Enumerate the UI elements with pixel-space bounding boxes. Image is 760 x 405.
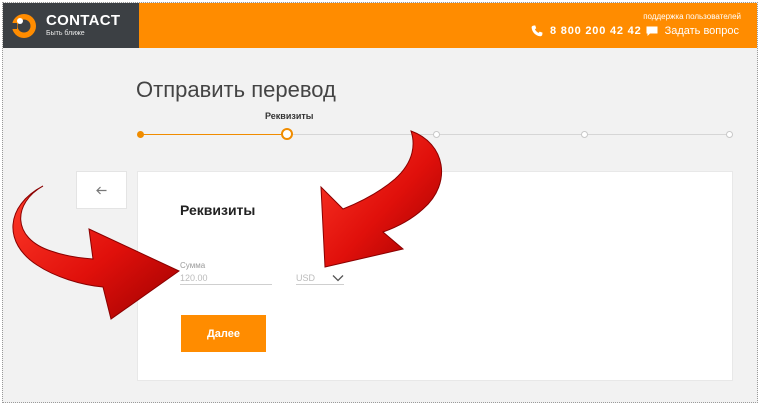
brand-tagline: Быть ближе	[46, 29, 85, 37]
currency-value: USD	[296, 273, 316, 283]
progress-stepper	[137, 128, 737, 141]
currency-select[interactable]: USD	[296, 272, 344, 285]
current-step-label: Реквизиты	[265, 111, 314, 121]
step-dot-4	[581, 131, 588, 138]
step-dot-5	[726, 131, 733, 138]
arrow-left-icon	[96, 186, 107, 194]
phone-link[interactable]: 8 800 200 42 42	[531, 25, 642, 37]
logo[interactable]: CONTACT Быть ближе	[3, 3, 139, 48]
stepper-line-done	[141, 134, 287, 135]
step-dot-3	[433, 131, 440, 138]
step-dot-1	[137, 131, 144, 138]
next-button[interactable]: Далее	[181, 315, 266, 352]
contact-logo-icon	[11, 13, 36, 38]
brand-name: CONTACT	[46, 11, 121, 29]
ask-question-label: Задать вопрос	[664, 25, 739, 37]
details-card: Реквизиты Сумма USD Далее	[137, 171, 733, 381]
amount-input[interactable]	[180, 271, 272, 285]
stepper-line-todo	[287, 134, 730, 135]
ask-question-link[interactable]: Задать вопрос	[646, 25, 739, 37]
amount-label: Сумма	[180, 261, 206, 270]
page-title: Отправить перевод	[136, 77, 336, 102]
phone-icon	[531, 25, 543, 37]
phone-number: 8 800 200 42 42	[550, 25, 642, 37]
brand: CONTACT Быть ближе	[46, 11, 121, 39]
support-label: поддержка пользователей	[643, 12, 741, 21]
chevron-down-icon	[332, 275, 344, 282]
back-button[interactable]	[76, 171, 127, 209]
screenshot-frame: CONTACT Быть ближе поддержка пользовател…	[2, 2, 758, 403]
card-title: Реквизиты	[180, 202, 256, 218]
step-dot-2-current	[281, 128, 293, 140]
chat-icon	[646, 26, 658, 36]
